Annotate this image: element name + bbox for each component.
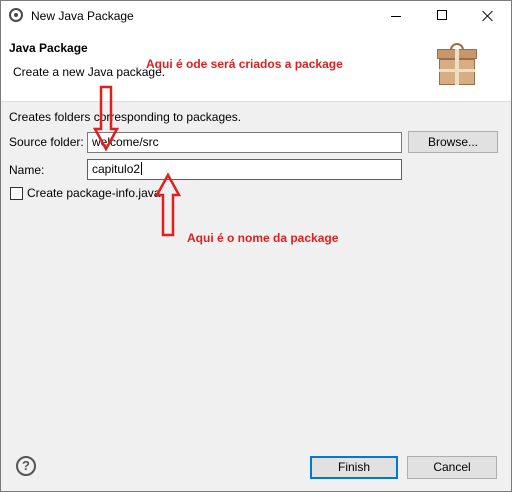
- name-input[interactable]: capitulo2: [87, 159, 402, 180]
- package-icon: [437, 43, 477, 85]
- title-bar: New Java Package: [1, 1, 511, 31]
- header-description: Create a new Java package.: [13, 65, 166, 79]
- package-info-label[interactable]: Create package-info.java: [27, 186, 160, 200]
- body-description: Creates folders corresponding to package…: [9, 110, 242, 124]
- finish-button[interactable]: Finish: [310, 456, 398, 479]
- name-input-value: capitulo2: [92, 162, 141, 176]
- source-folder-annotation: Aqui é ode será criados a package: [146, 57, 343, 71]
- help-icon[interactable]: ?: [16, 456, 36, 476]
- maximize-button[interactable]: [419, 1, 465, 31]
- name-label: Name:: [9, 163, 45, 177]
- name-annotation: Aqui é o nome da package: [187, 231, 339, 245]
- cancel-button[interactable]: Cancel: [407, 456, 497, 479]
- down-arrow-icon: [92, 85, 120, 152]
- package-info-checkbox[interactable]: [10, 187, 23, 200]
- text-caret: [141, 162, 143, 175]
- browse-button[interactable]: Browse...: [408, 131, 498, 153]
- minimize-button[interactable]: [373, 1, 419, 31]
- window-title: New Java Package: [31, 9, 134, 23]
- header-title: Java Package: [9, 41, 88, 55]
- eclipse-icon: [9, 8, 23, 22]
- new-java-package-dialog: New Java Package Java Package Create a n…: [0, 0, 512, 492]
- close-button[interactable]: [465, 1, 511, 31]
- source-folder-input[interactable]: welcome/src: [87, 132, 402, 153]
- source-folder-label: Source folder:: [9, 135, 84, 149]
- up-arrow-icon: [154, 172, 182, 237]
